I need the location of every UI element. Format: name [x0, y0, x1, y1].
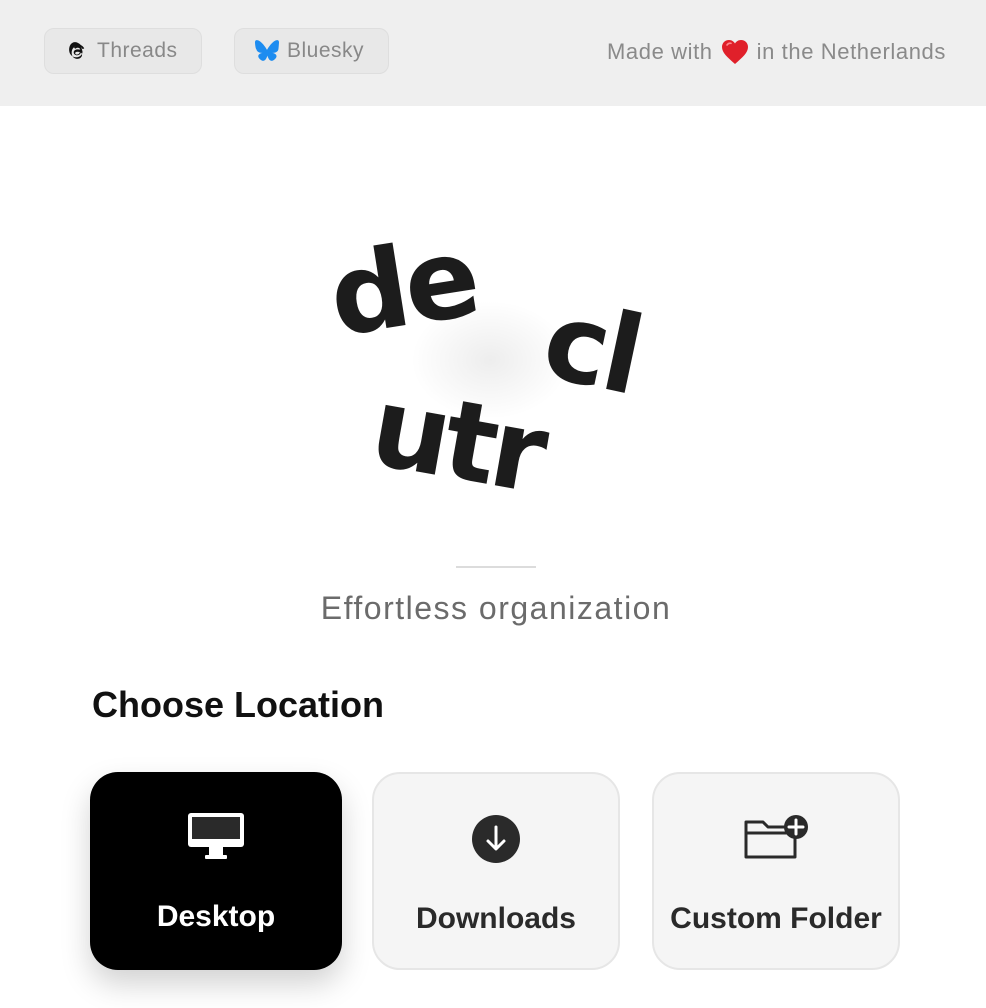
- logo-part-cl: cl: [533, 277, 651, 420]
- logo-part-de: de: [320, 212, 485, 362]
- folder-plus-icon: [743, 814, 809, 865]
- download-arrow-icon: [471, 814, 521, 869]
- top-bar: Threads Bluesky Made with in the Netherl…: [0, 0, 986, 106]
- section-title: Choose Location: [92, 684, 385, 725]
- made-with-text: Made with in the Netherlands: [607, 37, 946, 67]
- bluesky-butterfly-icon: [255, 39, 279, 63]
- heart-icon: [721, 39, 749, 65]
- location-card-desktop[interactable]: Desktop: [90, 772, 342, 970]
- location-label-downloads: Downloads: [415, 902, 576, 935]
- bluesky-link-button[interactable]: Bluesky: [234, 28, 389, 74]
- location-card-downloads[interactable]: Downloads: [372, 772, 620, 970]
- location-label-custom-folder: Custom Folder: [670, 902, 882, 935]
- logo-part-utr: utr: [362, 362, 552, 518]
- tagline: Effortless organization: [320, 590, 672, 626]
- declutr-logo: de cl utr: [300, 210, 700, 540]
- bluesky-label: Bluesky: [287, 39, 365, 62]
- made-with-prefix: Made with: [606, 39, 713, 64]
- threads-label: Threads: [97, 39, 178, 62]
- location-card-custom-folder[interactable]: Custom Folder: [652, 772, 900, 970]
- desktop-computer-icon: [187, 812, 245, 865]
- divider: [456, 566, 536, 568]
- threads-icon: [65, 39, 89, 63]
- made-with-suffix: in the Netherlands: [756, 39, 946, 64]
- threads-link-button[interactable]: Threads: [44, 28, 202, 74]
- location-label-desktop: Desktop: [156, 900, 276, 933]
